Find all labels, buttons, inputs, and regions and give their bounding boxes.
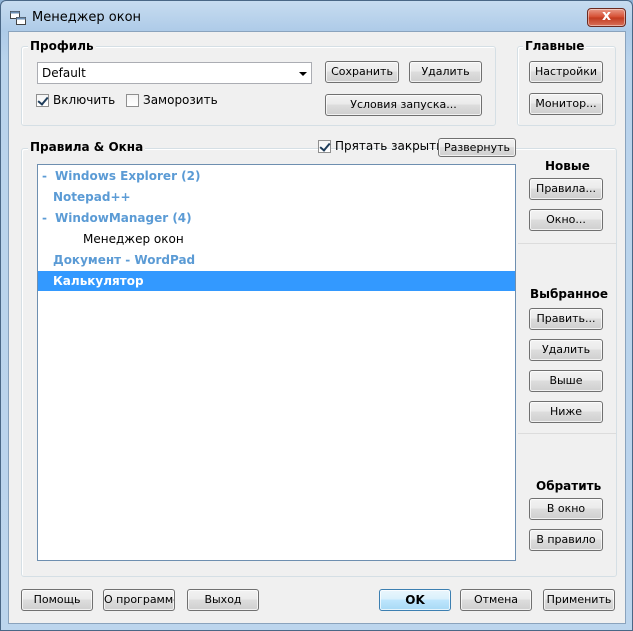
tree-collapse-icon[interactable]: - (42, 208, 47, 228)
move-up-button[interactable]: Выше (529, 370, 603, 392)
tree-item-notepad[interactable]: Notepad++ (38, 187, 515, 207)
edit-button[interactable]: Править... (529, 308, 603, 330)
enable-checkbox-box[interactable] (36, 94, 49, 107)
freeze-checkbox-label: Заморозить (143, 93, 218, 107)
app-icon (10, 11, 26, 25)
startup-conditions-button[interactable]: Условия запуска... (325, 94, 482, 116)
delete-profile-button[interactable]: Удалить (409, 61, 482, 83)
side-divider (518, 433, 616, 434)
hide-closed-checkbox-box[interactable] (318, 140, 331, 153)
main-group-title: Главные (523, 39, 587, 53)
tree-collapse-icon[interactable]: - (42, 166, 47, 186)
freeze-checkbox[interactable]: Заморозить (126, 93, 218, 109)
profile-combobox[interactable]: Default (37, 62, 312, 84)
ok-button[interactable]: OK (379, 589, 451, 611)
title-bar[interactable]: Менеджер окон x (1, 1, 632, 33)
profile-combobox-value: Default (42, 66, 86, 80)
side-divider (518, 243, 616, 244)
close-icon: x (601, 8, 612, 24)
settings-button[interactable]: Настройки (529, 61, 603, 83)
hide-closed-checkbox[interactable]: Прятать закрытые (318, 139, 453, 155)
help-button[interactable]: Помощь (21, 589, 93, 611)
chevron-down-icon[interactable] (299, 72, 307, 76)
close-button[interactable]: x (587, 8, 626, 27)
to-rule-button[interactable]: В правило (529, 529, 603, 551)
save-profile-button[interactable]: Сохранить (325, 61, 399, 83)
tree-item-calculator[interactable]: Калькулятор (38, 271, 515, 291)
new-window-button[interactable]: Окно... (529, 209, 603, 231)
rules-group-title: Правила & Окна (28, 140, 146, 154)
tree-item-wordpad[interactable]: Документ - WordPad (38, 250, 515, 270)
enable-checkbox[interactable]: Включить (36, 93, 116, 109)
freeze-checkbox-box[interactable] (126, 94, 139, 107)
tree-item-windows-explorer[interactable]: - Windows Explorer (2) (38, 166, 515, 186)
apply-button[interactable]: Применить (543, 589, 615, 611)
cancel-button[interactable]: Отмена (460, 589, 532, 611)
about-button[interactable]: О программе (103, 589, 175, 611)
new-section-title: Новые (545, 159, 590, 173)
enable-checkbox-label: Включить (53, 93, 116, 107)
reverse-section-title: Обратить (536, 479, 602, 493)
profile-group-title: Профиль (28, 39, 96, 53)
monitor-button[interactable]: Монитор... (529, 93, 603, 115)
to-window-button[interactable]: В окно (529, 498, 603, 520)
delete-selected-button[interactable]: Удалить (529, 339, 603, 361)
window-manager-window: Менеджер окон x Профиль Default Сохранит… (0, 0, 633, 631)
client-area: Профиль Default Сохранить Удалить Услови… (8, 31, 626, 624)
exit-button[interactable]: Выход (187, 589, 259, 611)
new-rule-button[interactable]: Правила... (529, 178, 603, 200)
tree-item-windowmanager[interactable]: - WindowManager (4) (38, 208, 515, 228)
window-title: Менеджер окон (32, 10, 142, 25)
rules-tree-list[interactable]: - Windows Explorer (2) Notepad++ - Windo… (37, 164, 516, 561)
tree-item-window-manager-window[interactable]: Менеджер окон (38, 229, 515, 249)
hide-closed-checkbox-label: Прятать закрытые (335, 139, 454, 153)
expand-button[interactable]: Развернуть (438, 138, 516, 157)
move-down-button[interactable]: Ниже (529, 401, 603, 423)
selected-section-title: Выбранное (530, 287, 609, 301)
